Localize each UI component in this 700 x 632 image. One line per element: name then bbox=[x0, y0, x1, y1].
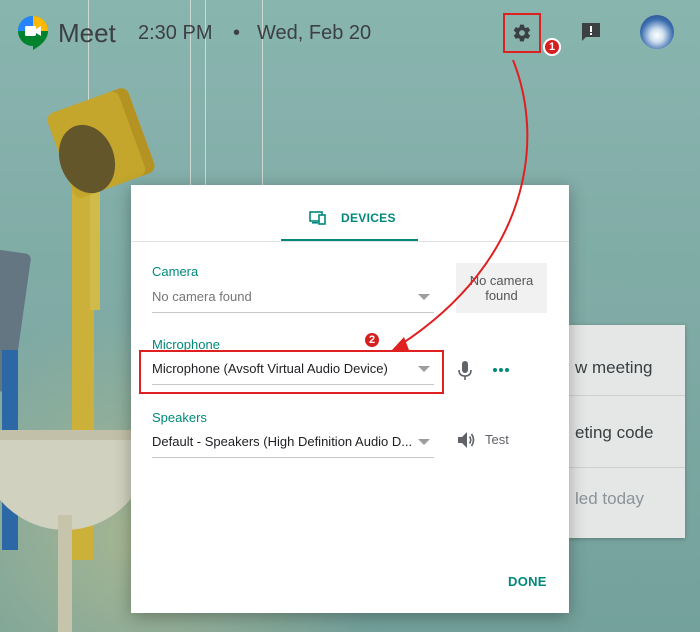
avatar[interactable] bbox=[640, 15, 674, 49]
settings-dialog: DEVICES Camera No camera found No camera… bbox=[131, 185, 569, 613]
tab-divider bbox=[131, 241, 569, 242]
more-options-icon[interactable] bbox=[492, 363, 510, 377]
gear-icon bbox=[513, 24, 531, 42]
camera-select[interactable]: No camera found bbox=[152, 283, 434, 313]
microphone-icon[interactable] bbox=[457, 360, 473, 382]
current-time: 2:30 PM bbox=[138, 22, 213, 44]
speakers-select-value: Default - Speakers (High Definition Audi… bbox=[152, 434, 413, 449]
camera-preview: No camera found bbox=[456, 263, 547, 313]
tab-devices-label: DEVICES bbox=[341, 211, 396, 225]
camera-select-value: No camera found bbox=[152, 289, 252, 304]
microphone-highlight-box bbox=[139, 350, 444, 394]
top-bar: Meet 2:30 PM • Wed, Feb 20 1 bbox=[0, 0, 700, 64]
speakers-label: Speakers bbox=[152, 410, 207, 425]
app-name: Meet bbox=[58, 18, 116, 48]
current-date: Wed, Feb 20 bbox=[257, 22, 372, 44]
feedback-icon[interactable] bbox=[578, 20, 604, 44]
camera-preview-text: No camera found bbox=[469, 273, 534, 303]
devices-icon bbox=[309, 211, 326, 225]
meet-logo-icon bbox=[18, 16, 48, 50]
step-marker-2: 2 bbox=[363, 331, 381, 349]
chevron-down-icon bbox=[418, 294, 430, 300]
speaker-icon[interactable] bbox=[457, 431, 477, 449]
test-speakers-button[interactable]: Test bbox=[485, 432, 509, 447]
done-button[interactable]: DONE bbox=[508, 574, 547, 589]
chevron-down-icon bbox=[418, 439, 430, 445]
speakers-select[interactable]: Default - Speakers (High Definition Audi… bbox=[152, 428, 434, 458]
tab-devices[interactable]: DEVICES bbox=[281, 209, 418, 241]
separator-dot: • bbox=[233, 22, 241, 44]
step-marker-1: 1 bbox=[543, 38, 561, 56]
settings-button[interactable] bbox=[503, 13, 541, 53]
camera-label: Camera bbox=[152, 264, 199, 279]
